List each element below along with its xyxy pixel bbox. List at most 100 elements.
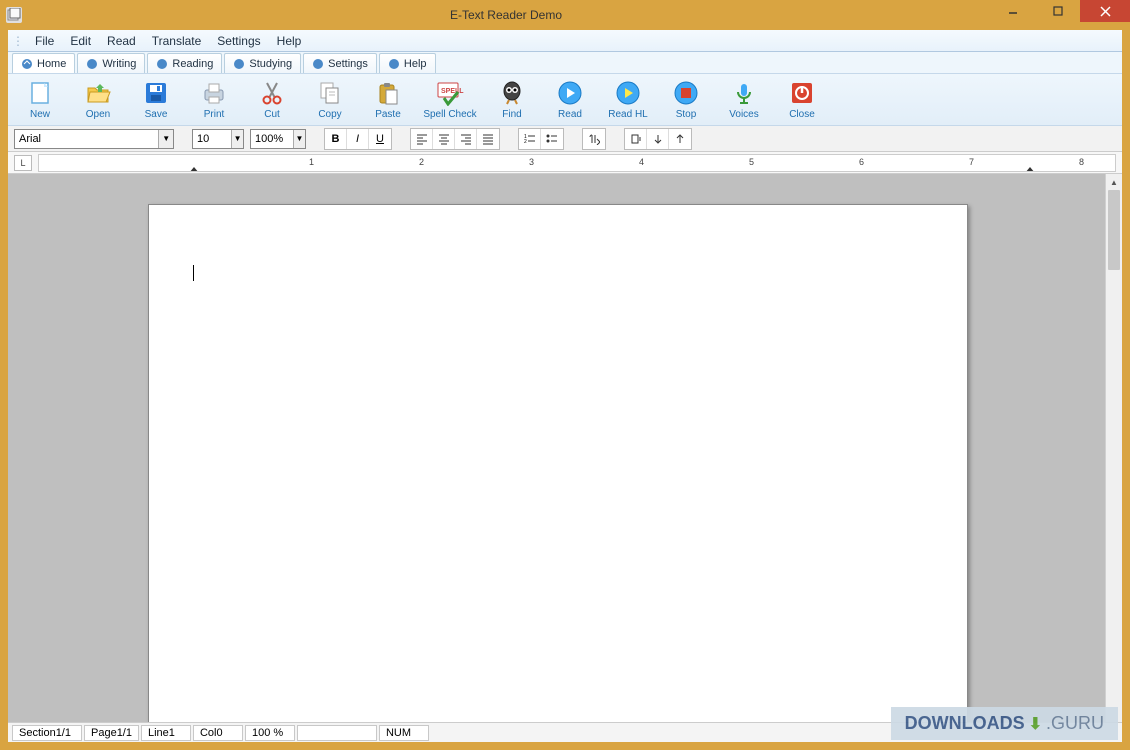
- menu-translate[interactable]: Translate: [144, 32, 210, 50]
- close-button[interactable]: [1080, 0, 1130, 22]
- status-col: Col0: [193, 725, 243, 741]
- toolbar-label: Paste: [375, 109, 401, 120]
- ruler-mark: 8: [1079, 157, 1084, 167]
- window-title: E-Text Reader Demo: [22, 8, 990, 22]
- save-button[interactable]: Save: [130, 76, 182, 124]
- tab-help[interactable]: Help: [379, 53, 436, 73]
- left-indent-marker[interactable]: [189, 167, 199, 172]
- window-frame: ⋮ File Edit Read Translate Settings Help…: [0, 30, 1130, 750]
- download-icon: ⬇: [1029, 714, 1042, 734]
- font-combo[interactable]: ▼: [14, 129, 174, 149]
- menu-read[interactable]: Read: [99, 32, 144, 50]
- toolbar-label: Find: [502, 109, 521, 120]
- stop-button[interactable]: Stop: [660, 76, 712, 124]
- toolbar-label: Read: [558, 109, 582, 120]
- menu-settings[interactable]: Settings: [209, 32, 268, 50]
- watermark: DOWNLOADS ⬇ .GURU: [891, 707, 1118, 740]
- align-right-button[interactable]: [455, 129, 477, 149]
- right-indent-marker[interactable]: [1025, 167, 1035, 172]
- menu-edit[interactable]: Edit: [62, 32, 99, 50]
- menubar-grip: ⋮: [12, 34, 23, 48]
- tab-home[interactable]: Home: [12, 53, 75, 73]
- tab-studying[interactable]: Studying: [224, 53, 301, 73]
- svg-text:SPELL: SPELL: [441, 88, 464, 95]
- dropdown-arrow-icon[interactable]: ▼: [293, 130, 305, 148]
- zoom-combo[interactable]: ▼: [250, 129, 306, 149]
- document-page[interactable]: [148, 204, 968, 722]
- tab-selector-button[interactable]: L: [14, 155, 32, 171]
- align-justify-button[interactable]: [477, 129, 499, 149]
- dropdown-arrow-icon[interactable]: ▼: [158, 130, 173, 148]
- ruler-mark: 7: [969, 157, 974, 167]
- toolbar-label: Spell Check: [423, 109, 476, 120]
- align-center-button[interactable]: [433, 129, 455, 149]
- style-group: B I U: [324, 128, 392, 150]
- tab-icon: [312, 58, 324, 70]
- voices-icon: [730, 79, 758, 107]
- sort-down-button[interactable]: [647, 129, 669, 149]
- fontsize-combo[interactable]: ▼: [192, 129, 244, 149]
- status-line: Line1: [141, 725, 191, 741]
- toolbar-label: Voices: [729, 109, 758, 120]
- tab-reading[interactable]: Reading: [147, 53, 222, 73]
- status-page: Page1/1: [84, 725, 139, 741]
- minimize-button[interactable]: [990, 0, 1035, 22]
- ruler-mark: 4: [639, 157, 644, 167]
- find-icon: [498, 79, 526, 107]
- status-num: NUM: [379, 725, 429, 741]
- dropdown-arrow-icon[interactable]: ▼: [231, 130, 243, 148]
- watermark-text: DOWNLOADS: [905, 713, 1025, 734]
- bold-button[interactable]: B: [325, 129, 347, 149]
- menu-help[interactable]: Help: [269, 32, 310, 50]
- italic-button[interactable]: I: [347, 129, 369, 149]
- numbered-list-button[interactable]: 12: [519, 129, 541, 149]
- bullet-list-button[interactable]: [541, 129, 563, 149]
- tab-label: Settings: [328, 58, 368, 70]
- ruler-mark: 1: [309, 157, 314, 167]
- tab-writing[interactable]: Writing: [77, 53, 145, 73]
- print-button[interactable]: Print: [188, 76, 240, 124]
- tab-icon: [86, 58, 98, 70]
- toolbar-label: Read HL: [608, 109, 647, 120]
- menu-file[interactable]: File: [27, 32, 62, 50]
- close-app-button[interactable]: Close: [776, 76, 828, 124]
- voices-button[interactable]: Voices: [718, 76, 770, 124]
- horizontal-ruler[interactable]: 1 2 3 4 5 6 7 8: [38, 154, 1116, 172]
- scrollbar-thumb[interactable]: [1108, 190, 1120, 270]
- tab-label: Reading: [172, 58, 213, 70]
- sort-up-button[interactable]: [669, 129, 691, 149]
- copy-button[interactable]: Copy: [304, 76, 356, 124]
- readhl-button[interactable]: Read HL: [602, 76, 654, 124]
- zoom-input[interactable]: [251, 130, 293, 148]
- status-section: Section1/1: [12, 725, 82, 741]
- align-left-button[interactable]: [411, 129, 433, 149]
- vertical-scrollbar[interactable]: ▲: [1105, 174, 1122, 722]
- underline-button[interactable]: U: [369, 129, 391, 149]
- ruler-mark: 3: [529, 157, 534, 167]
- cut-button[interactable]: Cut: [246, 76, 298, 124]
- paragraph-ltr-button[interactable]: [583, 129, 605, 149]
- tab-icon: [388, 58, 400, 70]
- scroll-up-icon[interactable]: ▲: [1106, 174, 1122, 190]
- outdent-button[interactable]: [625, 129, 647, 149]
- fontsize-input[interactable]: [193, 130, 231, 148]
- find-button[interactable]: Find: [486, 76, 538, 124]
- para-dir-group: [582, 128, 606, 150]
- app-icon: [6, 7, 22, 23]
- maximize-button[interactable]: [1035, 0, 1080, 22]
- tab-icon: [21, 58, 33, 70]
- font-input[interactable]: [15, 130, 158, 148]
- read-button[interactable]: Read: [544, 76, 596, 124]
- document-area: ▲: [8, 174, 1122, 722]
- tab-icon: [156, 58, 168, 70]
- tab-settings[interactable]: Settings: [303, 53, 377, 73]
- tab-icon: [233, 58, 245, 70]
- new-button[interactable]: New: [14, 76, 66, 124]
- paste-button[interactable]: Paste: [362, 76, 414, 124]
- format-bar: ▼ ▼ ▼ B I U 12: [8, 126, 1122, 152]
- status-empty: [297, 725, 377, 741]
- print-icon: [200, 79, 228, 107]
- spellcheck-button[interactable]: SPELL Spell Check: [420, 76, 480, 124]
- open-button[interactable]: Open: [72, 76, 124, 124]
- window-controls: [990, 0, 1130, 30]
